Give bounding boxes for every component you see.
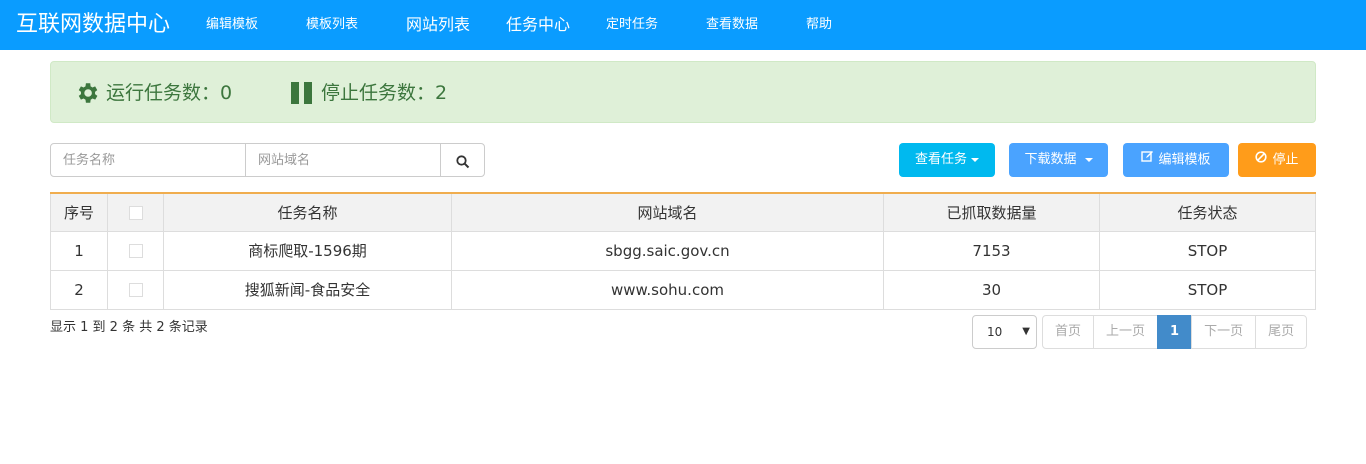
row-task-name: 搜狐新闻-食品安全 — [163, 269, 452, 310]
row-select-cell — [107, 269, 164, 310]
row-checkbox[interactable] — [128, 244, 143, 258]
view-tasks-dropdown-button[interactable]: 查看任务 — [899, 143, 995, 177]
edit-template-label: 编辑模板 — [1158, 152, 1211, 168]
running-tasks-label: 运行任务数：0 — [106, 82, 233, 104]
nav-item-task-center[interactable]: 任务中心 — [506, 0, 570, 50]
edit-template-button[interactable]: 编辑模板 — [1123, 143, 1229, 177]
dropdown-arrow-icon: ▼ — [1022, 326, 1030, 337]
column-header-site-domain[interactable]: 网站域名 — [451, 192, 884, 232]
row-task-status: STOP — [1099, 230, 1316, 271]
row-site-domain: sbgg.saic.gov.cn — [451, 230, 884, 271]
column-header-crawled-count[interactable]: 已抓取数据量 — [883, 192, 1100, 232]
column-header-task-status[interactable]: 任务状态 — [1099, 192, 1316, 232]
row-index: 2 — [50, 269, 108, 310]
brand-title[interactable]: 互联网数据中心 — [16, 10, 170, 40]
nav-item-edit-template[interactable]: 编辑模板 — [206, 0, 258, 50]
column-header-task-name[interactable]: 任务名称 — [163, 192, 452, 232]
page-prev-button[interactable]: 上一页 — [1093, 315, 1159, 349]
stop-button[interactable]: 停止 — [1238, 143, 1316, 177]
nav-item-template-list[interactable]: 模板列表 — [306, 0, 358, 50]
row-task-status: STOP — [1099, 269, 1316, 310]
table-row[interactable]: 1 商标爬取-1596期 sbgg.saic.gov.cn 7153 STOP — [50, 230, 1316, 271]
stop-label: 停止 — [1272, 152, 1299, 168]
pagination: 首页 上一页 1 下一页 尾页 — [1042, 315, 1308, 349]
task-name-search-input[interactable] — [50, 143, 246, 177]
column-header-index[interactable]: 序号 — [50, 192, 108, 232]
row-site-domain: www.sohu.com — [451, 269, 884, 310]
pause-icon — [289, 79, 315, 115]
search-icon — [456, 154, 470, 173]
page-last-button[interactable]: 尾页 — [1255, 315, 1308, 349]
search-button[interactable] — [440, 143, 485, 177]
row-index: 1 — [50, 230, 108, 271]
nav-item-scheduled-tasks[interactable]: 定时任务 — [606, 0, 658, 50]
nav-item-view-data[interactable]: 查看数据 — [706, 0, 758, 50]
page-size-value: 10 — [987, 325, 1003, 339]
nav-item-site-list[interactable]: 网站列表 — [406, 0, 470, 50]
row-checkbox[interactable] — [128, 283, 143, 297]
table-row[interactable]: 2 搜狐新闻-食品安全 www.sohu.com 30 STOP — [50, 269, 1316, 310]
row-select-cell — [107, 230, 164, 271]
download-data-label: 下载数据 — [1024, 152, 1077, 167]
column-header-select[interactable] — [107, 192, 164, 232]
records-summary: 显示 1 到 2 条 共 2 条记录 — [50, 320, 208, 335]
nav-item-help[interactable]: 帮助 — [806, 0, 832, 50]
row-crawled-count: 30 — [883, 269, 1100, 310]
stopped-tasks-stat: 停止任务数：2 — [289, 79, 447, 107]
page-next-button[interactable]: 下一页 — [1191, 315, 1257, 349]
stopped-tasks-label: 停止任务数：2 — [321, 82, 448, 104]
page-current-button[interactable]: 1 — [1157, 315, 1193, 349]
task-stats-panel: 运行任务数：0 停止任务数：2 — [50, 61, 1316, 123]
top-navbar: 互联网数据中心 编辑模板 模板列表 网站列表 任务中心 定时任务 查看数据 帮助 — [0, 0, 1366, 50]
caret-down-icon — [971, 157, 979, 162]
select-all-checkbox[interactable] — [128, 205, 143, 220]
table-header-row: 序号 任务名称 网站域名 已抓取数据量 任务状态 — [50, 192, 1316, 232]
ban-icon — [1255, 143, 1268, 177]
running-tasks-stat: 运行任务数：0 — [74, 79, 232, 107]
row-task-name: 商标爬取-1596期 — [163, 230, 452, 271]
edit-icon — [1141, 143, 1154, 177]
gear-icon — [74, 79, 100, 115]
task-table: 序号 任务名称 网站域名 已抓取数据量 任务状态 1 商标爬取-1596期 sb… — [50, 192, 1316, 310]
row-crawled-count: 7153 — [883, 230, 1100, 271]
page-size-select[interactable]: 10 ▼ — [972, 315, 1037, 349]
view-tasks-label: 查看任务 — [914, 152, 967, 167]
site-domain-search-input[interactable] — [245, 143, 441, 177]
download-data-dropdown-button[interactable]: 下载数据 — [1009, 143, 1108, 177]
caret-down-icon — [1084, 157, 1093, 162]
page-first-button[interactable]: 首页 — [1042, 315, 1095, 349]
